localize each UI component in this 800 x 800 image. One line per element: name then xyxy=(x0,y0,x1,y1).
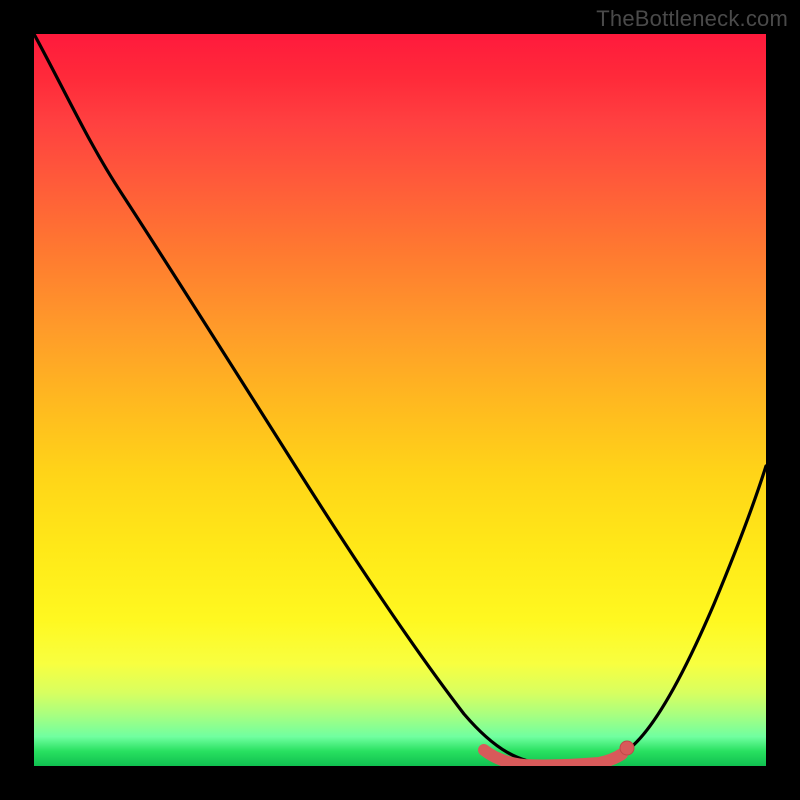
plot-area xyxy=(34,34,766,766)
marker-dot xyxy=(620,741,634,755)
bottleneck-curve-path xyxy=(34,34,766,765)
flat-region-highlight xyxy=(484,750,622,765)
watermark-text: TheBottleneck.com xyxy=(596,6,788,32)
curve-svg xyxy=(34,34,766,766)
chart-frame: TheBottleneck.com xyxy=(0,0,800,800)
